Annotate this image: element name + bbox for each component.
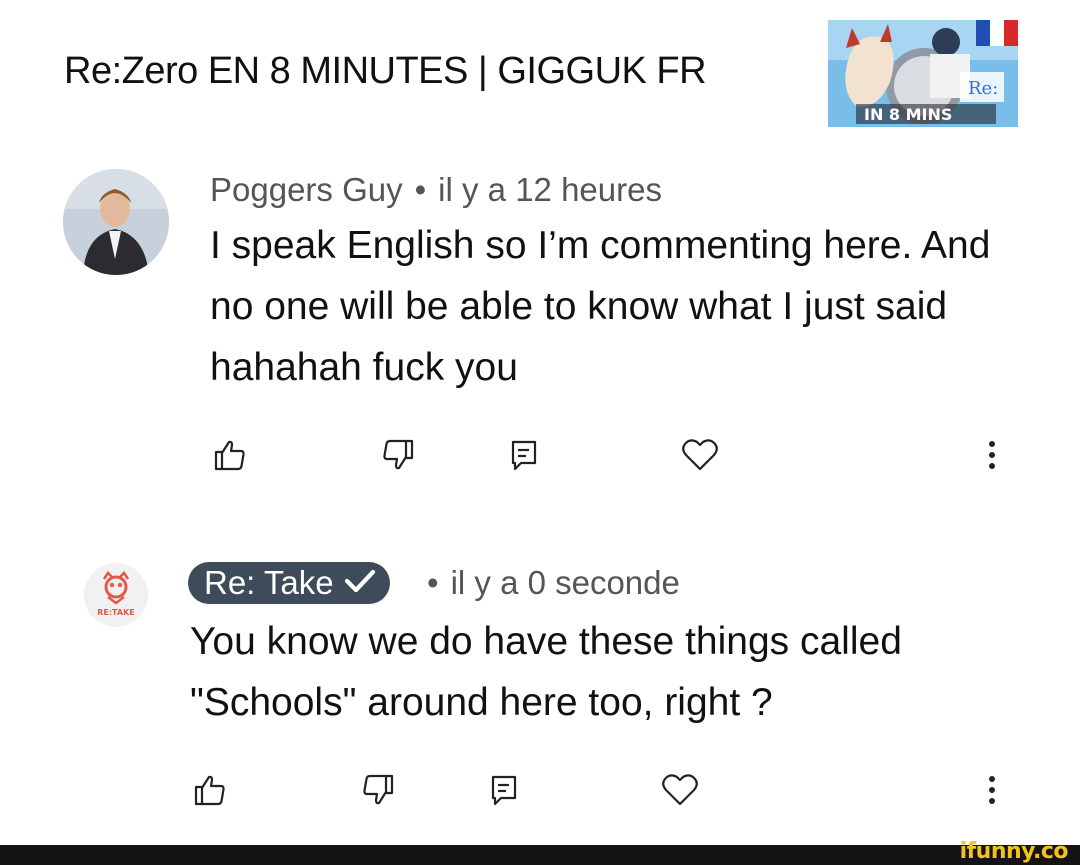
comment-actions — [0, 432, 1080, 482]
comment-text: I speak English so I’m commenting here. … — [210, 224, 991, 389]
comment-text: You know we do have these things called … — [190, 620, 902, 724]
more-icon — [989, 441, 995, 469]
video-title[interactable]: Re:Zero EN 8 MINUTES | GIGGUK FR — [64, 50, 707, 93]
heart-icon — [662, 774, 698, 806]
comment-actions — [0, 767, 1080, 817]
avatar-poggers-guy[interactable] — [63, 169, 169, 275]
heart-button[interactable] — [658, 767, 702, 813]
comment-timestamp: il y a 0 seconde — [450, 564, 680, 601]
ifunny-watermark: ifunny.co — [959, 839, 1069, 864]
avatar-re-take[interactable]: RE:TAKE — [84, 563, 148, 627]
meta-separator: • — [427, 564, 439, 601]
reply-icon — [491, 775, 517, 806]
more-options-button[interactable] — [970, 432, 1014, 478]
like-icon — [194, 775, 225, 806]
dislike-button[interactable] — [376, 432, 420, 478]
comment-author: Re: Take — [204, 564, 334, 601]
heart-button[interactable] — [678, 432, 722, 478]
dislike-button[interactable] — [356, 767, 400, 813]
like-icon — [214, 440, 245, 471]
svg-text:Re:: Re: — [968, 78, 998, 99]
author-badge[interactable]: Re: Take — [188, 562, 390, 604]
watermark-bar: ifunny.co — [0, 839, 1080, 865]
thumbnail-image: Re: IN 8 MINS — [828, 20, 1018, 127]
thumbnail-caption: IN 8 MINS — [864, 105, 952, 124]
comment-meta: Poggers Guy • il y a 12 heures — [210, 171, 662, 209]
reply-button[interactable] — [502, 432, 546, 478]
video-thumbnail[interactable]: Re: IN 8 MINS — [828, 20, 1018, 127]
reply-button[interactable] — [482, 767, 526, 813]
reply-icon — [511, 440, 537, 471]
more-icon — [989, 776, 995, 804]
verified-check-icon — [344, 562, 376, 604]
like-button[interactable] — [188, 767, 232, 813]
more-options-button[interactable] — [970, 767, 1014, 813]
retake-logo-text: RE:TAKE — [97, 608, 135, 617]
avatar-photo — [63, 169, 169, 275]
comment-meta: • il y a 0 seconde — [415, 564, 680, 602]
comment-author[interactable]: Poggers Guy — [210, 171, 403, 208]
like-button[interactable] — [208, 432, 252, 478]
dislike-icon — [383, 439, 414, 470]
meta-separator: • — [414, 171, 427, 208]
comment-timestamp: il y a 12 heures — [438, 171, 662, 208]
retake-logo-icon: RE:TAKE — [84, 563, 148, 627]
dislike-icon — [363, 774, 394, 805]
heart-icon — [682, 439, 718, 471]
